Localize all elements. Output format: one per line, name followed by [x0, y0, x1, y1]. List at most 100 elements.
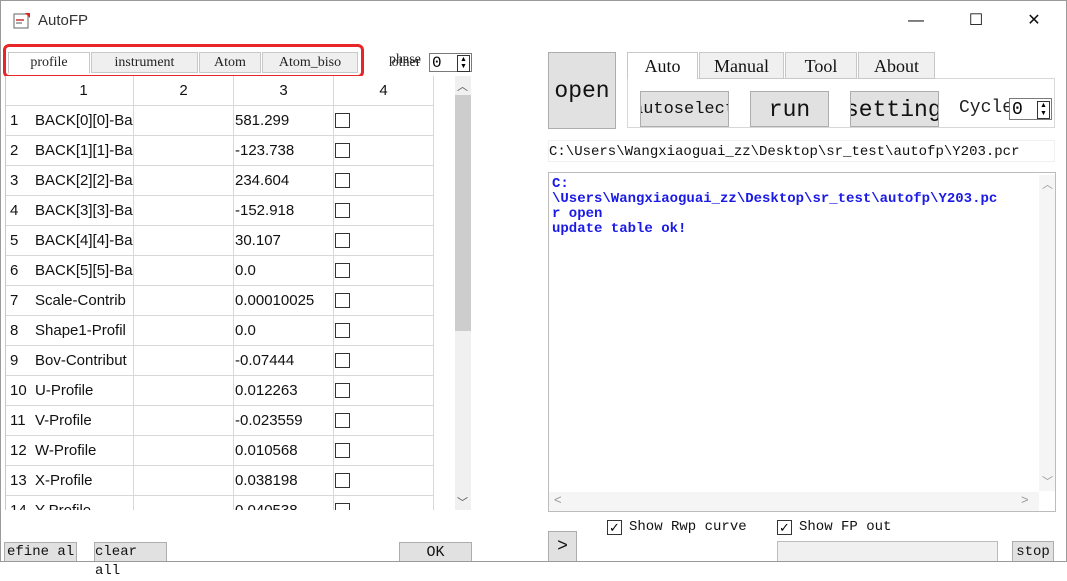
run-button[interactable]: run: [750, 91, 829, 127]
close-button[interactable]: ✕: [1014, 8, 1054, 34]
refine-cell[interactable]: [334, 466, 434, 496]
param-name-cell[interactable]: BACK[3][3]-Ba: [34, 196, 134, 226]
refine-cell[interactable]: [334, 256, 434, 286]
ok-button[interactable]: OK: [399, 542, 472, 562]
column-header[interactable]: 3: [234, 76, 334, 106]
param-value-cell[interactable]: 0.012263: [234, 376, 334, 406]
refine-cell[interactable]: [334, 226, 434, 256]
refine-cell[interactable]: [334, 346, 434, 376]
show-rwp-checkbox[interactable]: ✓: [607, 520, 622, 535]
scroll-down-icon[interactable]: ﹀: [1042, 473, 1053, 489]
scroll-right-icon[interactable]: >: [1021, 492, 1029, 507]
minimize-button[interactable]: —: [896, 8, 936, 34]
refine-cell[interactable]: [334, 316, 434, 346]
tab-auto[interactable]: Auto: [627, 52, 698, 79]
param-col2-cell[interactable]: [134, 196, 234, 226]
param-col2-cell[interactable]: [134, 136, 234, 166]
param-value-cell[interactable]: 0.00010025: [234, 286, 334, 316]
param-col2-cell[interactable]: [134, 286, 234, 316]
console-hscroll[interactable]: [549, 492, 1039, 511]
param-value-cell[interactable]: 581.299: [234, 106, 334, 136]
param-col2-cell[interactable]: [134, 346, 234, 376]
param-value-cell[interactable]: 234.604: [234, 166, 334, 196]
refine-checkbox[interactable]: [335, 473, 350, 488]
param-name-cell[interactable]: BACK[2][2]-Ba: [34, 166, 134, 196]
param-col2-cell[interactable]: [134, 496, 234, 510]
param-name-cell[interactable]: BACK[5][5]-Ba: [34, 256, 134, 286]
refine-cell[interactable]: [334, 406, 434, 436]
scrollbar-thumb[interactable]: [455, 95, 471, 331]
tab-tool[interactable]: Tool: [785, 52, 857, 79]
column-header[interactable]: 1: [34, 76, 134, 106]
refine-cell[interactable]: [334, 436, 434, 466]
param-col2-cell[interactable]: [134, 256, 234, 286]
spin-arrows-icon[interactable]: ▲ ▼: [457, 55, 470, 72]
param-name-cell[interactable]: Scale-Contrib: [34, 286, 134, 316]
refine-cell[interactable]: [334, 286, 434, 316]
param-name-cell[interactable]: X-Profile: [34, 466, 134, 496]
param-name-cell[interactable]: BACK[4][4]-Ba: [34, 226, 134, 256]
spin-arrows-icon[interactable]: ▲ ▼: [1037, 101, 1050, 119]
refine-cell[interactable]: [334, 496, 434, 510]
refine-checkbox[interactable]: [335, 263, 350, 278]
refine-cell[interactable]: [334, 196, 434, 226]
refine-checkbox[interactable]: [335, 353, 350, 368]
column-header[interactable]: 4: [334, 76, 434, 106]
autoselect-button[interactable]: autoselect: [640, 91, 729, 127]
refine-checkbox[interactable]: [335, 233, 350, 248]
tab-manual[interactable]: Manual: [699, 52, 784, 79]
refine-checkbox[interactable]: [335, 443, 350, 458]
console-vscroll[interactable]: [1039, 175, 1055, 491]
param-value-cell[interactable]: 0.010568: [234, 436, 334, 466]
refine-checkbox[interactable]: [335, 203, 350, 218]
refine-checkbox[interactable]: [335, 503, 350, 510]
scroll-left-icon[interactable]: <: [554, 492, 562, 507]
param-col2-cell[interactable]: [134, 466, 234, 496]
param-value-cell[interactable]: 0.0: [234, 256, 334, 286]
refine-checkbox[interactable]: [335, 323, 350, 338]
refine-checkbox[interactable]: [335, 173, 350, 188]
scroll-up-icon[interactable]: ︿: [457, 78, 468, 94]
setting-button[interactable]: setting: [850, 91, 939, 127]
scroll-up-icon[interactable]: ︿: [1042, 176, 1053, 192]
define-all-button[interactable]: efine al: [4, 542, 77, 562]
expand-button[interactable]: >: [548, 531, 577, 562]
refine-checkbox[interactable]: [335, 293, 350, 308]
scroll-down-icon[interactable]: ﹀: [457, 494, 468, 510]
param-col2-cell[interactable]: [134, 166, 234, 196]
param-value-cell[interactable]: -152.918: [234, 196, 334, 226]
cycle-spinbox[interactable]: 0 ▲ ▼: [1009, 98, 1052, 120]
param-value-cell[interactable]: -0.023559: [234, 406, 334, 436]
tab-about[interactable]: About: [858, 52, 935, 79]
param-value-cell[interactable]: -123.738: [234, 136, 334, 166]
phase-spinbox[interactable]: 0 ▲ ▼: [429, 53, 472, 72]
param-col2-cell[interactable]: [134, 106, 234, 136]
param-name-cell[interactable]: V-Profile: [34, 406, 134, 436]
param-value-cell[interactable]: -0.07444: [234, 346, 334, 376]
show-fp-checkbox[interactable]: ✓: [777, 520, 792, 535]
param-value-cell[interactable]: 0.038198: [234, 466, 334, 496]
param-value-cell[interactable]: 0.0: [234, 316, 334, 346]
clear-all-button[interactable]: clear all: [94, 542, 167, 579]
param-name-cell[interactable]: W-Profile: [34, 436, 134, 466]
file-path-field[interactable]: C:\Users\Wangxiaoguai_zz\Desktop\sr_test…: [548, 140, 1055, 162]
param-name-cell[interactable]: U-Profile: [34, 376, 134, 406]
column-header[interactable]: 2: [134, 76, 234, 106]
refine-checkbox[interactable]: [335, 113, 350, 128]
param-name-cell[interactable]: Bov-Contribut: [34, 346, 134, 376]
refine-checkbox[interactable]: [335, 413, 350, 428]
stop-button[interactable]: stop: [1012, 541, 1054, 562]
refine-cell[interactable]: [334, 376, 434, 406]
param-col2-cell[interactable]: [134, 226, 234, 256]
param-col2-cell[interactable]: [134, 436, 234, 466]
refine-checkbox[interactable]: [335, 143, 350, 158]
param-name-cell[interactable]: Shape1-Profil: [34, 316, 134, 346]
param-col2-cell[interactable]: [134, 316, 234, 346]
refine-checkbox[interactable]: [335, 383, 350, 398]
param-value-cell[interactable]: 0.040538: [234, 496, 334, 510]
refine-cell[interactable]: [334, 136, 434, 166]
param-name-cell[interactable]: BACK[0][0]-Ba: [34, 106, 134, 136]
maximize-button[interactable]: ☐: [956, 8, 996, 34]
refine-cell[interactable]: [334, 166, 434, 196]
param-col2-cell[interactable]: [134, 406, 234, 436]
